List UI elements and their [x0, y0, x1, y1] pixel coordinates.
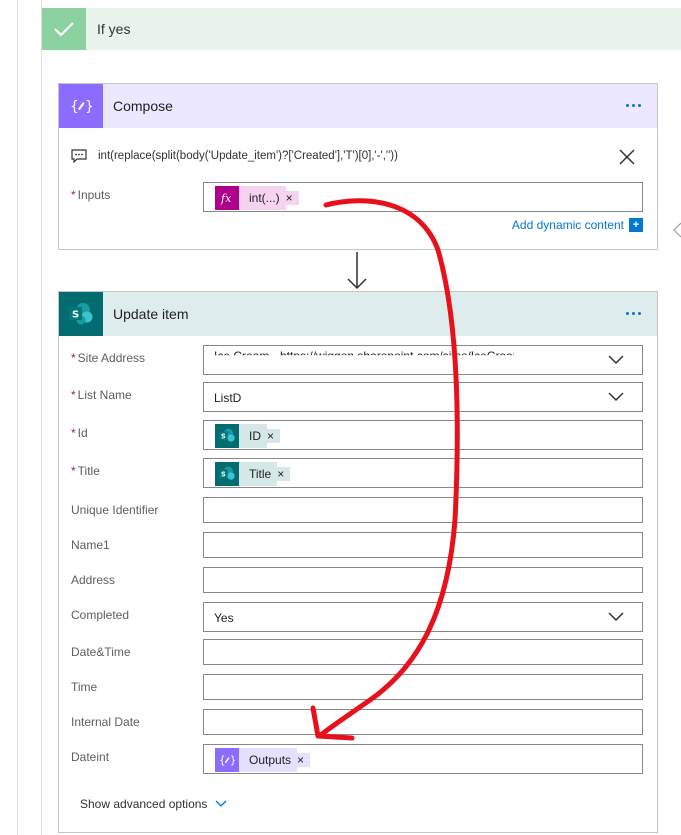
chevron-down-icon — [608, 612, 624, 622]
svg-text:}: } — [230, 756, 235, 767]
sharepoint-icon: S — [215, 462, 239, 486]
inputs-label: * Inputs — [71, 188, 111, 202]
time-label: Time — [71, 680, 98, 694]
site-address-dropdown[interactable]: Ice Cream - https://wiggen.sharepoint.co… — [203, 345, 643, 375]
expression-token[interactable]: fx int(...) × — [215, 186, 299, 210]
if-yes-title: If yes — [97, 21, 131, 37]
chevron-down-icon — [215, 800, 227, 807]
list-name-dropdown[interactable]: ListD — [203, 382, 643, 412]
chevron-down-icon — [608, 392, 624, 402]
plus-icon: + — [629, 218, 643, 232]
remove-token-icon[interactable]: × — [277, 467, 291, 481]
title-field[interactable]: S Title × — [203, 458, 643, 488]
dateint-field[interactable]: {} Outputs × — [203, 744, 643, 774]
checkmark-icon — [42, 8, 86, 50]
remove-token-icon[interactable]: × — [297, 753, 311, 767]
completed-label: Completed — [71, 608, 130, 622]
chevron-down-icon — [608, 355, 624, 365]
svg-text:fx: fx — [220, 192, 232, 205]
outer-scope-line — [17, 0, 18, 835]
id-label: * Id — [71, 426, 88, 440]
fx-icon: fx — [215, 186, 239, 210]
svg-text:S: S — [221, 432, 226, 440]
expression-comment-row: int(replace(split(body('Update_item')?['… — [71, 147, 645, 169]
title-token[interactable]: S Title × — [215, 462, 291, 486]
expression-text: int(replace(split(body('Update_item')?['… — [98, 150, 398, 162]
outputs-token[interactable]: {} Outputs × — [215, 748, 311, 772]
compose-icon: {} — [215, 748, 239, 772]
site-address-label: * Site Address — [71, 351, 146, 365]
name1-field[interactable] — [203, 532, 643, 558]
time-field[interactable] — [203, 674, 643, 700]
panel-edge-chevron-icon — [673, 222, 681, 238]
flow-arrow-icon — [347, 252, 367, 290]
id-field[interactable]: S ID × — [203, 420, 643, 450]
id-token[interactable]: S ID × — [215, 424, 281, 448]
update-item-title: Update item — [113, 306, 189, 322]
unique-identifier-field[interactable] — [203, 497, 643, 523]
compose-title: Compose — [113, 98, 173, 114]
compose-icon: { } — [59, 84, 103, 128]
remove-token-icon[interactable]: × — [285, 191, 299, 205]
update-item-action-card: S Update item * Site Address Ice Cream - … — [58, 291, 658, 833]
date-time-label: Date&Time — [71, 645, 131, 659]
name1-label: Name1 — [71, 538, 110, 552]
close-icon[interactable] — [617, 147, 637, 167]
svg-text:{: { — [219, 756, 225, 767]
address-field[interactable] — [203, 567, 643, 593]
completed-dropdown[interactable]: Yes — [203, 602, 643, 632]
sharepoint-icon: S — [59, 292, 103, 336]
address-label: Address — [71, 573, 116, 587]
svg-text:S: S — [72, 310, 79, 321]
internal-date-field[interactable] — [203, 709, 643, 735]
comment-icon — [71, 149, 87, 163]
list-name-label: * List Name — [71, 388, 132, 402]
title-label: * Title — [71, 464, 100, 478]
inputs-field[interactable]: fx int(...) × — [203, 182, 643, 212]
svg-text:S: S — [221, 470, 226, 478]
date-time-field[interactable] — [203, 639, 643, 665]
svg-text:}: } — [85, 99, 92, 115]
more-options-icon[interactable] — [619, 92, 647, 118]
unique-identifier-label: Unique Identifier — [71, 503, 159, 517]
svg-text:{: { — [70, 99, 79, 115]
more-options-icon[interactable] — [619, 300, 647, 326]
compose-header[interactable]: { } Compose — [59, 84, 657, 128]
sharepoint-icon: S — [215, 424, 239, 448]
remove-token-icon[interactable]: × — [267, 429, 281, 443]
internal-date-label: Internal Date — [71, 715, 140, 729]
update-item-header[interactable]: S Update item — [59, 292, 657, 336]
show-advanced-options-link[interactable]: Show advanced options — [80, 797, 227, 811]
dateint-label: Dateint — [71, 750, 110, 764]
add-dynamic-content-link[interactable]: Add dynamic content + — [512, 218, 643, 232]
if-yes-header[interactable]: If yes — [42, 8, 681, 50]
compose-action-card: { } Compose int(replace(split(body('Upda… — [58, 83, 658, 250]
